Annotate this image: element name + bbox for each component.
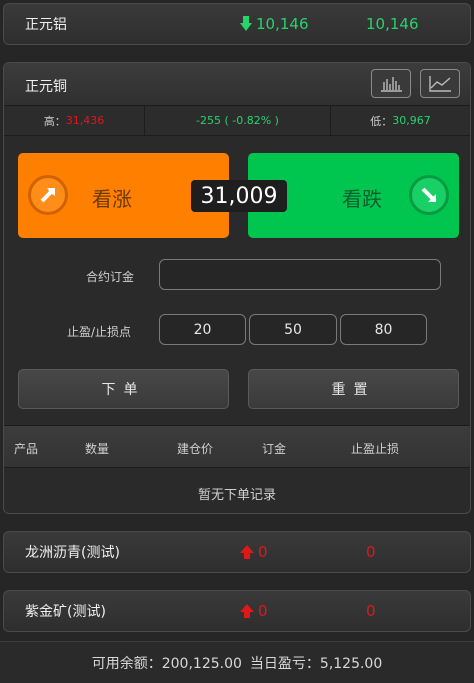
arrow-down-right-icon [409,175,449,215]
product-name: 紫金矿(测试) [25,604,106,620]
buy-up-label: 看涨 [92,187,132,211]
balance-value: 200,125.00 [161,655,242,672]
col-open-price: 建仓价 [177,442,214,456]
col-stop: 止盈止损 [351,442,400,456]
product-row-zijin[interactable]: 紫金矿(测试) 0 0 [3,590,471,632]
pnl-label: 当日盈亏： [249,655,320,672]
product-price: 0 [258,543,268,561]
current-price: 31,009 [191,180,287,212]
place-order-button[interactable]: 下单 [18,369,229,409]
product-name: 正元铝 [25,17,67,33]
arrow-down-icon [240,16,252,31]
deposit-label: 合约订金 [86,270,135,284]
stop-option-20[interactable]: 20 [159,314,246,345]
deposit-input[interactable] [159,259,441,290]
product-price-secondary: 10,146 [366,15,419,33]
line-chart-button[interactable] [420,69,460,98]
product-row-asphalt[interactable]: 龙洲沥青(测试) 0 0 [3,531,471,573]
line-chart-icon [429,76,451,92]
stop-option-50[interactable]: 50 [249,314,337,345]
balance-label: 可用余额： [91,655,162,672]
product-price-secondary: 0 [366,602,376,620]
product-row-aluminum[interactable]: 正元铝 10,146 10,146 [3,3,471,45]
bar-chart-icon [381,77,402,92]
account-footer: 可用余额：200,125.00 当日盈亏：5,125.00 [0,641,474,683]
product-price: 0 [258,602,268,620]
low-price-cell: 低： 30,967 [370,114,431,128]
reset-button[interactable]: 重置 [248,369,459,409]
kline-chart-button[interactable] [371,69,411,98]
buy-down-label: 看跌 [342,187,382,211]
trading-panel: 正元铜 高： 31,436 -255 (-0.82%) 低： 30,967 … [3,62,471,514]
product-name: 龙洲沥青(测试) [25,545,120,561]
stop-option-80[interactable]: 80 [340,314,427,345]
col-quantity: 数量 [85,442,110,456]
trading-panel-header: 正元铜 [4,63,470,106]
high-price-cell: 高： 31,436 [4,106,145,135]
price-change-cell: -255 ( -0.82% ) [145,106,331,135]
stop-point-label: 止盈/止损点 [67,325,132,339]
col-product: 产品 [14,442,39,456]
arrow-up-icon [240,604,254,618]
orders-table-header: 产品 数量 建仓价 订金 止盈止损 [4,425,470,468]
pnl-value: 5,125.00 [319,655,383,672]
high-price-value: 31,436 [65,114,105,127]
col-deposit: 订金 [262,442,287,456]
arrow-up-right-icon [28,175,68,215]
trading-product-title: 正元铜 [25,79,67,95]
product-price: 10,146 [256,15,309,33]
low-price-value: 30,967 [392,114,431,127]
empty-orders-text: 暂无下单记录 [197,488,276,503]
product-price-secondary: 0 [366,543,376,561]
price-stats-bar: 高： 31,436 -255 ( -0.82% ) 低： 30,967 [4,106,470,136]
arrow-up-icon [240,545,254,559]
price-change-value: -255 ( -0.82% ) [196,114,279,127]
